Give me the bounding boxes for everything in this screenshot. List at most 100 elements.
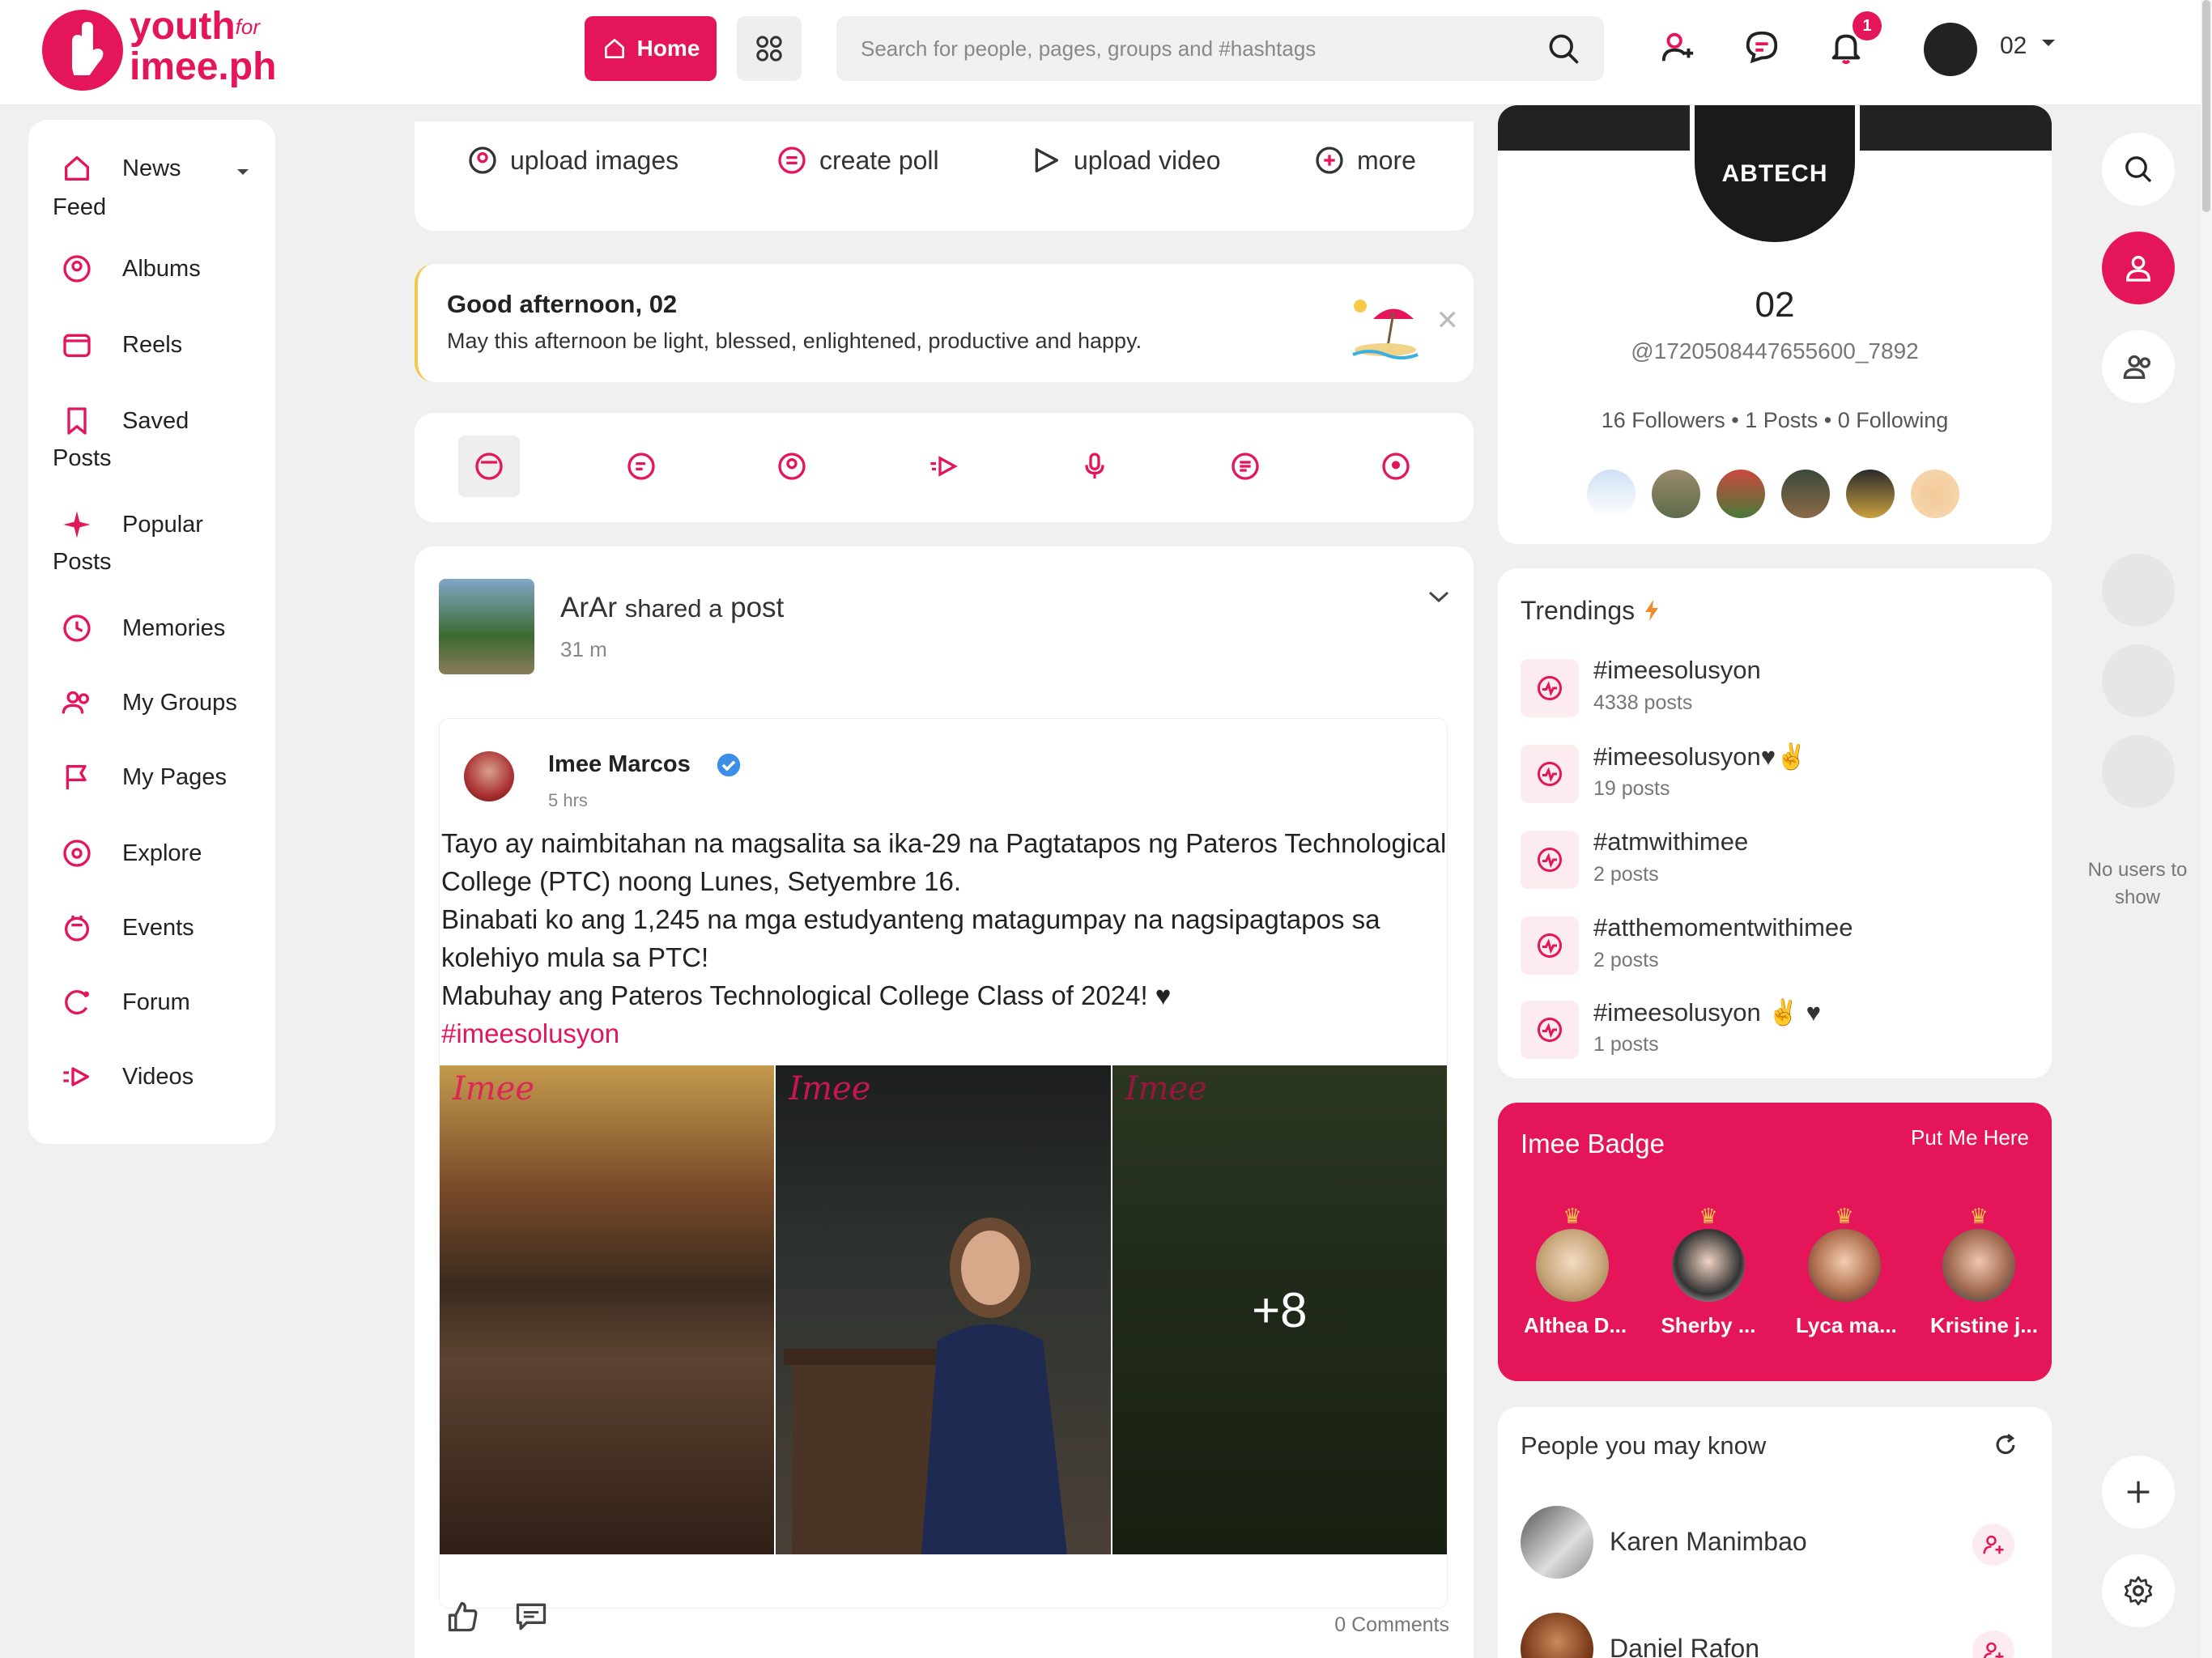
sidebar-item-my-groups[interactable]: My Groups xyxy=(28,685,275,725)
text-post-icon[interactable] xyxy=(458,436,520,497)
badge-user[interactable]: ♛ Althea D... xyxy=(1524,1205,1627,1338)
search-icon[interactable] xyxy=(2102,133,2175,206)
sharer-name[interactable]: ArAr xyxy=(560,592,617,623)
put-me-here-link[interactable]: Put Me Here xyxy=(1911,1125,2029,1150)
user-name[interactable]: 02 xyxy=(2000,32,2027,60)
upload-images-button[interactable]: upload images xyxy=(466,144,678,176)
sidebar-item-memories[interactable]: Memories xyxy=(28,610,275,651)
crown-icon: ♛ xyxy=(1835,1204,1854,1228)
poll-icon xyxy=(778,147,806,174)
sidebar-item-saved-posts[interactable]: Saved Posts xyxy=(28,403,275,476)
sharer-avatar[interactable] xyxy=(439,579,534,674)
profile-avatar[interactable]: ABTECH xyxy=(1690,105,1860,247)
profile-name[interactable]: 02 xyxy=(1498,285,2052,325)
refresh-icon[interactable] xyxy=(1992,1431,2019,1463)
chevron-down-icon[interactable] xyxy=(236,167,250,176)
search-bar xyxy=(836,16,1604,81)
post-photo[interactable]: Imee xyxy=(776,1065,1111,1554)
person-row[interactable]: Karen Manimbao xyxy=(1521,1506,2039,1580)
sidebar-item-events[interactable]: Events xyxy=(28,910,275,950)
trend-item[interactable]: #atthemomentwithimee 2 posts xyxy=(1521,910,2039,983)
trend-count: 4338 posts xyxy=(1593,691,1693,714)
sidebar-item-label: Saved xyxy=(122,408,189,434)
trend-item[interactable]: #atmwithimee 2 posts xyxy=(1521,824,2039,897)
location-icon[interactable] xyxy=(1365,436,1427,497)
add-friend-icon[interactable] xyxy=(1972,1524,2014,1566)
sidebar-item-my-pages[interactable]: My Pages xyxy=(28,759,275,800)
chevron-down-icon[interactable] xyxy=(1427,589,1451,609)
post-photo[interactable]: Imee +8 xyxy=(1112,1065,1447,1554)
home-button[interactable]: Home xyxy=(585,16,717,81)
logo-wordmark[interactable]: youthfor imee.ph xyxy=(130,6,276,87)
scrollbar-thumb[interactable] xyxy=(2202,0,2210,212)
profile-icon[interactable] xyxy=(2102,232,2175,304)
follower-avatar[interactable] xyxy=(1911,470,1959,518)
scrollbar-track[interactable] xyxy=(2201,0,2212,1658)
person-row[interactable]: Daniel Rafon xyxy=(1521,1613,2039,1658)
follower-avatar[interactable] xyxy=(1652,470,1700,518)
user-avatar[interactable] xyxy=(1924,23,1977,76)
sidebar-item-label: My Groups xyxy=(122,690,237,716)
badge-card: Imee Badge Put Me Here ♛ Althea D... ♛ S… xyxy=(1498,1103,2052,1381)
badge-user[interactable]: ♛ Sherby ... xyxy=(1660,1205,1757,1338)
post-body: Tayo ay naimbitahan na magsalita sa ika-… xyxy=(441,824,1447,1052)
trend-item[interactable]: #imeesolusyon ✌ ♥ 1 posts xyxy=(1521,994,2039,1067)
sidebar-item-popular-posts[interactable]: Popular Posts xyxy=(28,507,275,580)
follower-avatar[interactable] xyxy=(1781,470,1830,518)
gear-icon[interactable] xyxy=(2102,1554,2175,1627)
sidebar-item-explore[interactable]: Explore xyxy=(28,835,275,876)
trend-count: 19 posts xyxy=(1593,777,1670,800)
reels-icon xyxy=(59,327,95,363)
groups-icon[interactable] xyxy=(2102,330,2175,403)
badge-user-name: Sherby ... xyxy=(1661,1313,1756,1337)
messages-icon[interactable] xyxy=(1739,24,1784,70)
video-icon[interactable] xyxy=(913,436,975,497)
trend-item[interactable]: #imeesolusyon 4338 posts xyxy=(1521,653,2039,725)
add-friend-icon[interactable] xyxy=(1655,24,1700,70)
sidebar-item-reels[interactable]: Reels xyxy=(28,327,275,368)
sidebar-item-news-feed[interactable]: News Feed xyxy=(28,151,275,223)
trend-item[interactable]: #imeesolusyon♥✌ 19 posts xyxy=(1521,738,2039,811)
post-photo[interactable]: Imee xyxy=(440,1065,775,1554)
badge-user-avatar xyxy=(1942,1229,2015,1302)
hashtag-link[interactable]: #imeesolusyon xyxy=(441,1014,1447,1052)
author-name[interactable]: Imee Marcos xyxy=(548,751,691,778)
microphone-icon[interactable] xyxy=(1064,436,1125,497)
follower-avatar[interactable] xyxy=(1587,470,1636,518)
apps-grid-button[interactable] xyxy=(737,16,802,81)
author-avatar[interactable] xyxy=(464,751,514,801)
list-icon[interactable] xyxy=(1214,436,1276,497)
logo-icon[interactable] xyxy=(42,10,123,91)
more-button[interactable]: more xyxy=(1313,144,1416,176)
badge-user[interactable]: ♛ Kristine j... xyxy=(1930,1205,2038,1338)
upload-video-button[interactable]: upload video xyxy=(1030,144,1220,176)
search-icon[interactable] xyxy=(1546,31,1581,70)
sidebar-item-videos[interactable]: Videos xyxy=(28,1059,275,1099)
comment-icon[interactable] xyxy=(513,1599,549,1639)
sidebar-item-forum[interactable]: Forum xyxy=(28,984,275,1025)
image-icon[interactable] xyxy=(761,436,823,497)
comments-count[interactable]: 0 Comments xyxy=(1334,1613,1449,1637)
close-icon[interactable]: ✕ xyxy=(1436,304,1460,337)
person-avatar xyxy=(1521,1506,1593,1579)
more-photos-overlay[interactable]: +8 xyxy=(1112,1065,1447,1554)
caret-down-icon[interactable] xyxy=(2040,37,2057,53)
plus-icon[interactable] xyxy=(2102,1456,2175,1528)
create-poll-button[interactable]: create poll xyxy=(776,144,939,176)
like-icon[interactable] xyxy=(445,1599,481,1639)
album-icon xyxy=(59,251,95,287)
sidebar-item-label: Videos xyxy=(122,1064,194,1090)
poll-icon[interactable] xyxy=(610,436,672,497)
add-friend-icon[interactable] xyxy=(1972,1630,2014,1658)
people-you-may-know-card: People you may know Karen Manimbao Danie… xyxy=(1498,1407,2052,1658)
follower-avatar[interactable] xyxy=(1716,470,1765,518)
post-word: post xyxy=(730,592,785,623)
trendings-card: Trendings #imeesolusyon 4338 posts #imee… xyxy=(1498,568,2052,1078)
home-icon xyxy=(604,39,624,58)
search-input[interactable] xyxy=(861,16,1525,81)
badge-user[interactable]: ♛ Lyca ma... xyxy=(1796,1204,1897,1338)
trend-tag: #imeesolusyon xyxy=(1593,656,1761,684)
no-users-text: No users to show xyxy=(2087,859,2188,908)
follower-avatar[interactable] xyxy=(1846,470,1895,518)
sidebar-item-albums[interactable]: Albums xyxy=(28,251,275,291)
